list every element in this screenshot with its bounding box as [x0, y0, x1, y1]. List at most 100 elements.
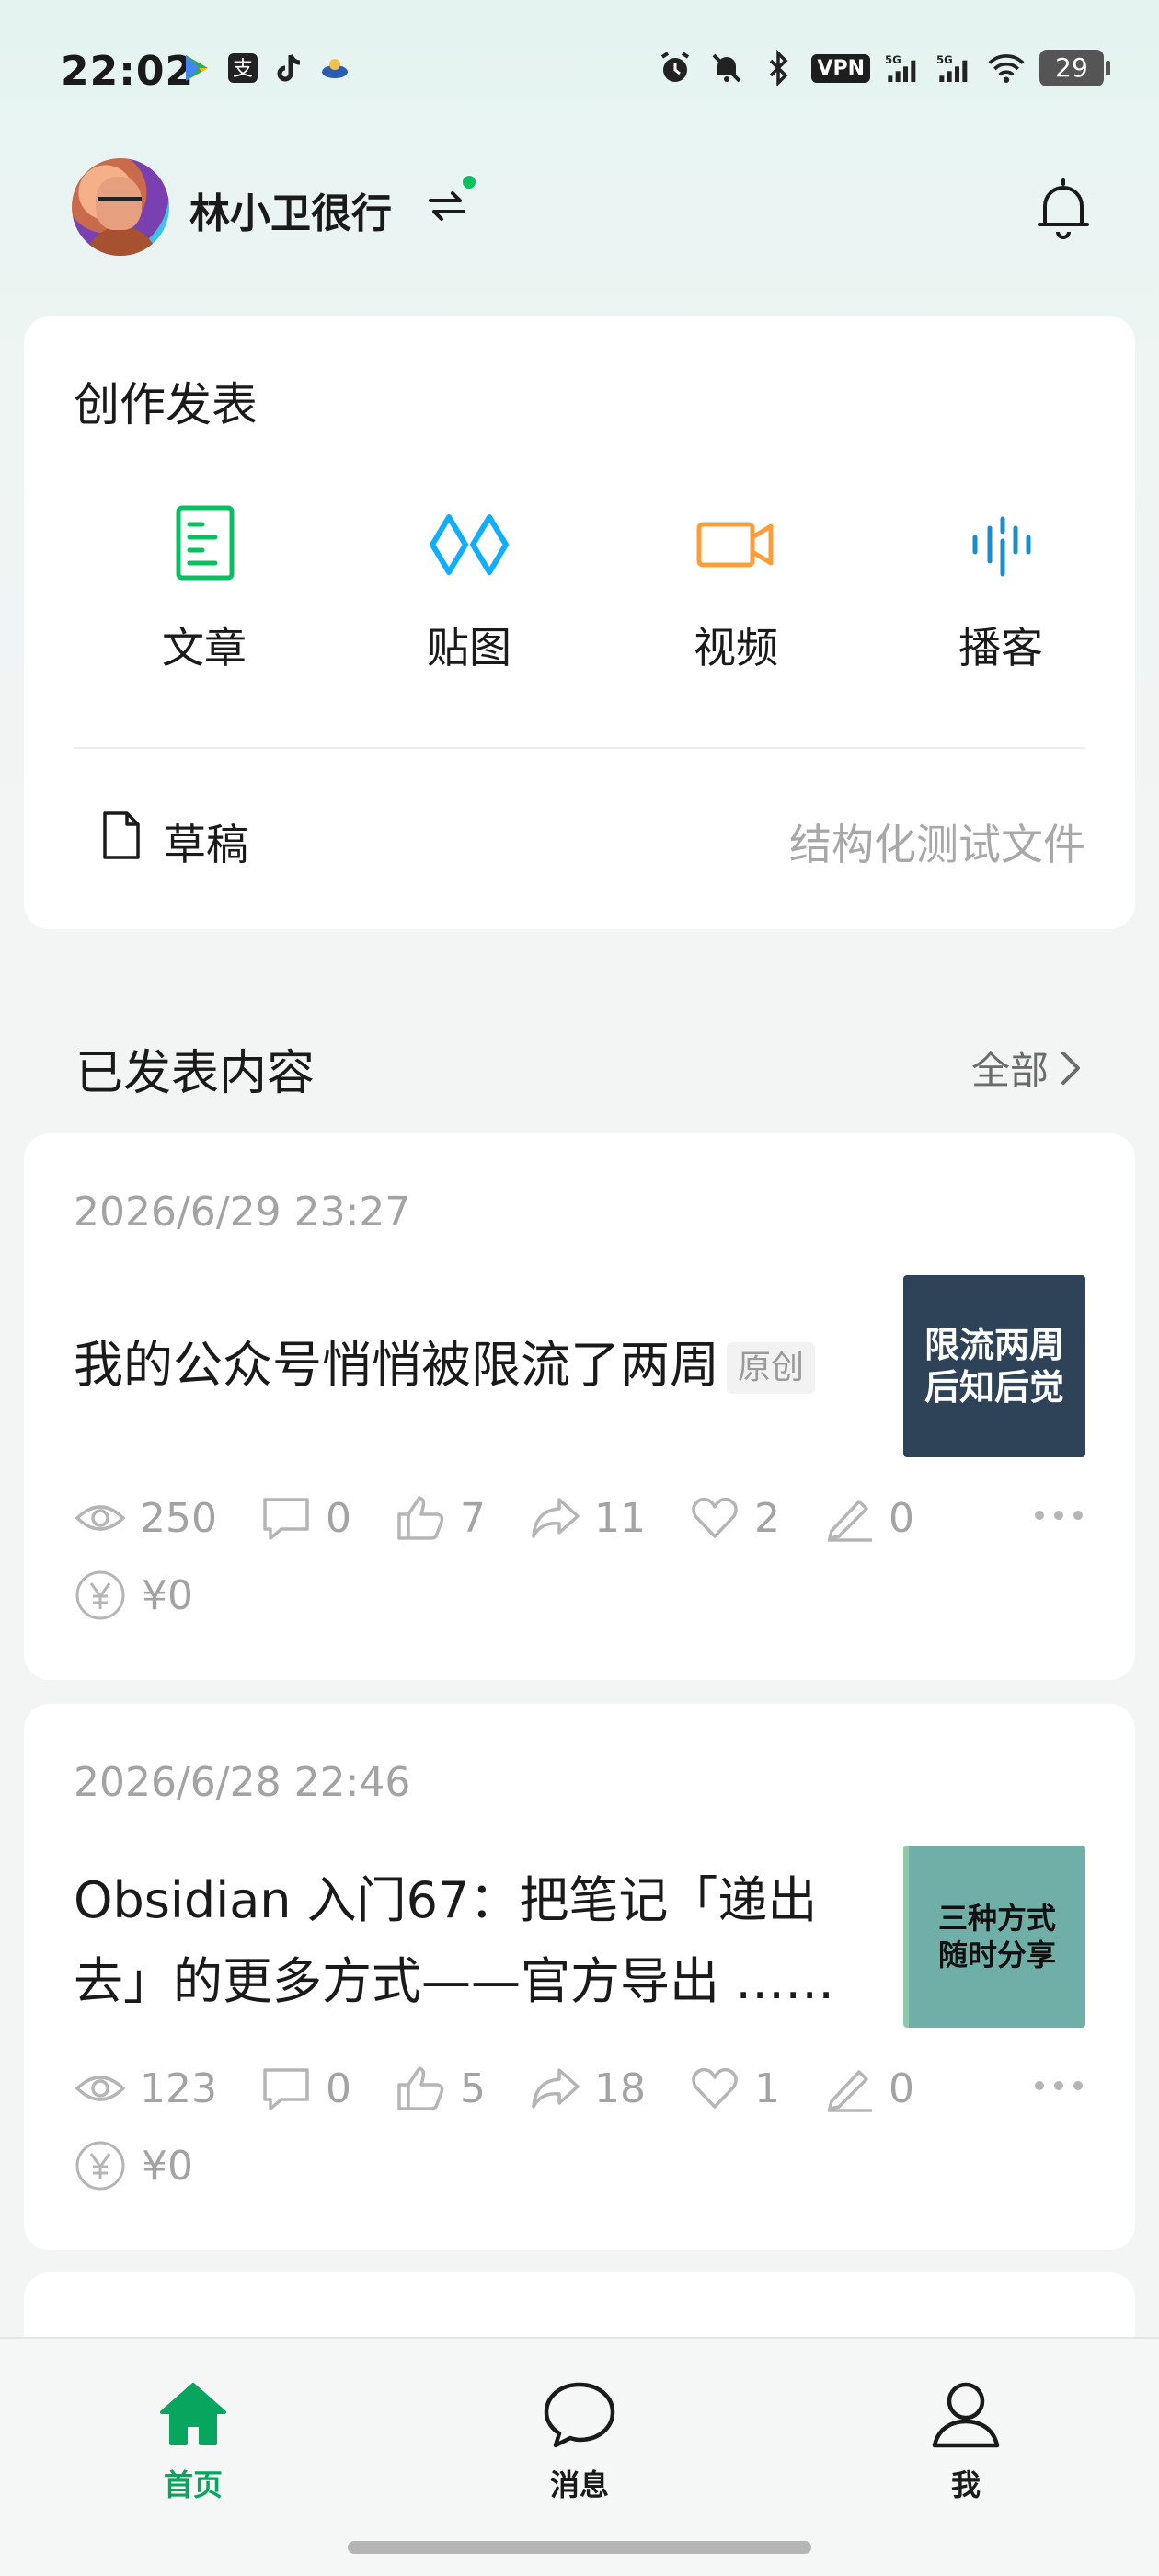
post-thumbnail: 三种方式 随时分享	[903, 1846, 1085, 2028]
thumbs-up-icon	[397, 2066, 444, 2110]
nav-messages[interactable]: 消息	[488, 2375, 671, 2504]
create-title: 创作发表	[74, 378, 258, 431]
stat-views: 250	[74, 1494, 217, 1542]
stat-comments: 0	[259, 2064, 351, 2112]
thumbs-up-icon	[397, 1496, 444, 1540]
post-stats-row: 250 0 7 11 2 0	[74, 1490, 1085, 1546]
post-title-line-1: Obsidian 入门67：把笔记「递出	[74, 1871, 818, 1929]
play-store-icon	[180, 52, 213, 85]
svg-text:5G: 5G	[936, 53, 953, 66]
thumb-line-1: 限流两周	[924, 1325, 1064, 1365]
wifi-icon	[988, 54, 1025, 83]
published-header: 已发表内容 全部	[75, 1030, 1084, 1104]
status-app-icons: 支	[180, 52, 351, 85]
nav-profile-label: 我	[950, 2467, 981, 2502]
bottom-nav: 首页 消息 我	[0, 2337, 1159, 2576]
podcast-icon	[972, 516, 1031, 577]
home-icon	[160, 2383, 226, 2445]
more-icon[interactable]	[1032, 1501, 1085, 1529]
nav-profile[interactable]: 我	[874, 2375, 1058, 2504]
drafts-label: 草稿	[164, 820, 248, 869]
chevron-right-icon	[1061, 1051, 1080, 1085]
tiktok-icon	[272, 52, 305, 85]
yen-icon	[75, 2141, 125, 2191]
post-title: 我的公众号悄悄被限流了两周 原创	[74, 1325, 883, 1406]
app-icon	[318, 52, 351, 85]
pen-icon	[827, 2070, 872, 2112]
image-post-icon	[430, 514, 509, 575]
create-article-label: 文章	[162, 623, 247, 673]
draft-file-icon	[103, 811, 140, 859]
post-title: Obsidian 入门67：把笔记「递出 去」的更多方式——官方导出 ……	[74, 1860, 883, 2022]
view-all-button[interactable]: 全部	[971, 1040, 1084, 1096]
create-card: 创作发表 文章 贴图 视频 播客 草稿 结构化测试文件	[24, 316, 1135, 929]
post-earnings: ¥0	[142, 2142, 193, 2190]
create-items: 文章 贴图 视频 播客	[24, 500, 1135, 684]
thumb-line-2: 随时分享	[937, 1938, 1056, 1972]
heart-icon	[692, 2067, 738, 2109]
post-title-text: 我的公众号悄悄被限流了两周	[74, 1336, 719, 1394]
online-status-dot	[460, 173, 478, 191]
post-earnings: ¥0	[142, 1571, 193, 1619]
mute-bell-icon	[713, 53, 741, 83]
post-earnings-row: ¥0	[74, 2138, 193, 2193]
post-date: 2026/6/29 23:27	[74, 1189, 411, 1236]
eye-icon	[75, 2076, 126, 2101]
more-icon[interactable]	[1032, 2072, 1085, 2099]
create-podcast-button[interactable]: 播客	[909, 500, 1093, 684]
create-image-post-button[interactable]: 贴图	[377, 500, 561, 684]
share-icon	[532, 2068, 580, 2109]
vpn-badge: VPN	[811, 53, 870, 83]
stat-comments: 0	[259, 1494, 351, 1542]
account-header: 林小卫很行	[72, 158, 1093, 259]
status-time: 22:02	[61, 48, 195, 95]
create-video-button[interactable]: 视频	[644, 500, 828, 684]
stat-notes: 0	[822, 1494, 914, 1542]
share-icon	[532, 1498, 580, 1538]
comment-icon	[263, 1498, 309, 1540]
svg-text:支: 支	[233, 58, 253, 81]
create-article-button[interactable]: 文章	[112, 500, 296, 684]
post-card[interactable]: 2026/6/28 22:46 Obsidian 入门67：把笔记「递出 去」的…	[24, 1704, 1135, 2250]
create-video-label: 视频	[694, 623, 778, 673]
notification-bell-icon[interactable]	[1034, 175, 1093, 241]
drafts-row[interactable]: 草稿 结构化测试文件	[74, 802, 1085, 876]
stat-likes: 5	[394, 2064, 486, 2112]
post-earnings-row: ¥0	[74, 1568, 193, 1623]
stat-likes: 7	[394, 1494, 486, 1542]
thumb-line-2: 后知后觉	[924, 1367, 1064, 1408]
comment-icon	[263, 2068, 309, 2110]
stat-views: 123	[74, 2064, 217, 2112]
thumb-line-1: 三种方式	[937, 1901, 1056, 1936]
avatar[interactable]	[72, 158, 169, 256]
signal-5g-icon: 5G	[885, 53, 916, 82]
stat-favorites: 1	[688, 2064, 780, 2112]
video-icon	[696, 522, 774, 568]
post-title-line-2: 去」的更多方式——官方导出 ……	[74, 1952, 835, 2010]
signal-5g-icon-2: 5G	[936, 53, 968, 82]
nav-home-label: 首页	[163, 2467, 223, 2502]
create-podcast-label: 播客	[958, 623, 1043, 673]
divider	[74, 747, 1085, 749]
status-right-icons: VPN 5G 5G 29	[657, 50, 1110, 86]
battery-indicator: 29	[1039, 50, 1110, 86]
account-name[interactable]: 林小卫很行	[189, 180, 392, 239]
heart-icon	[692, 1497, 738, 1538]
message-icon	[544, 2382, 615, 2448]
svg-text:5G: 5G	[885, 53, 901, 66]
eye-icon	[75, 1505, 126, 1531]
switch-account-icon[interactable]	[425, 184, 469, 228]
stat-shares: 11	[528, 1494, 646, 1542]
post-stats-row: 123 0 5 18 1 0	[74, 2061, 1085, 2116]
article-icon	[176, 505, 235, 581]
nav-home[interactable]: 首页	[101, 2375, 285, 2504]
pen-icon	[827, 1500, 872, 1542]
stat-shares: 18	[528, 2064, 646, 2112]
post-card[interactable]: 2026/6/29 23:27 我的公众号悄悄被限流了两周 原创 限流两周 后知后…	[24, 1133, 1135, 1680]
create-image-post-label: 贴图	[427, 623, 511, 673]
profile-icon	[932, 2382, 1000, 2448]
home-indicator[interactable]	[348, 2541, 811, 2554]
alipay-icon: 支	[226, 52, 259, 85]
bluetooth-icon	[770, 50, 788, 86]
stat-favorites: 2	[688, 1494, 780, 1542]
